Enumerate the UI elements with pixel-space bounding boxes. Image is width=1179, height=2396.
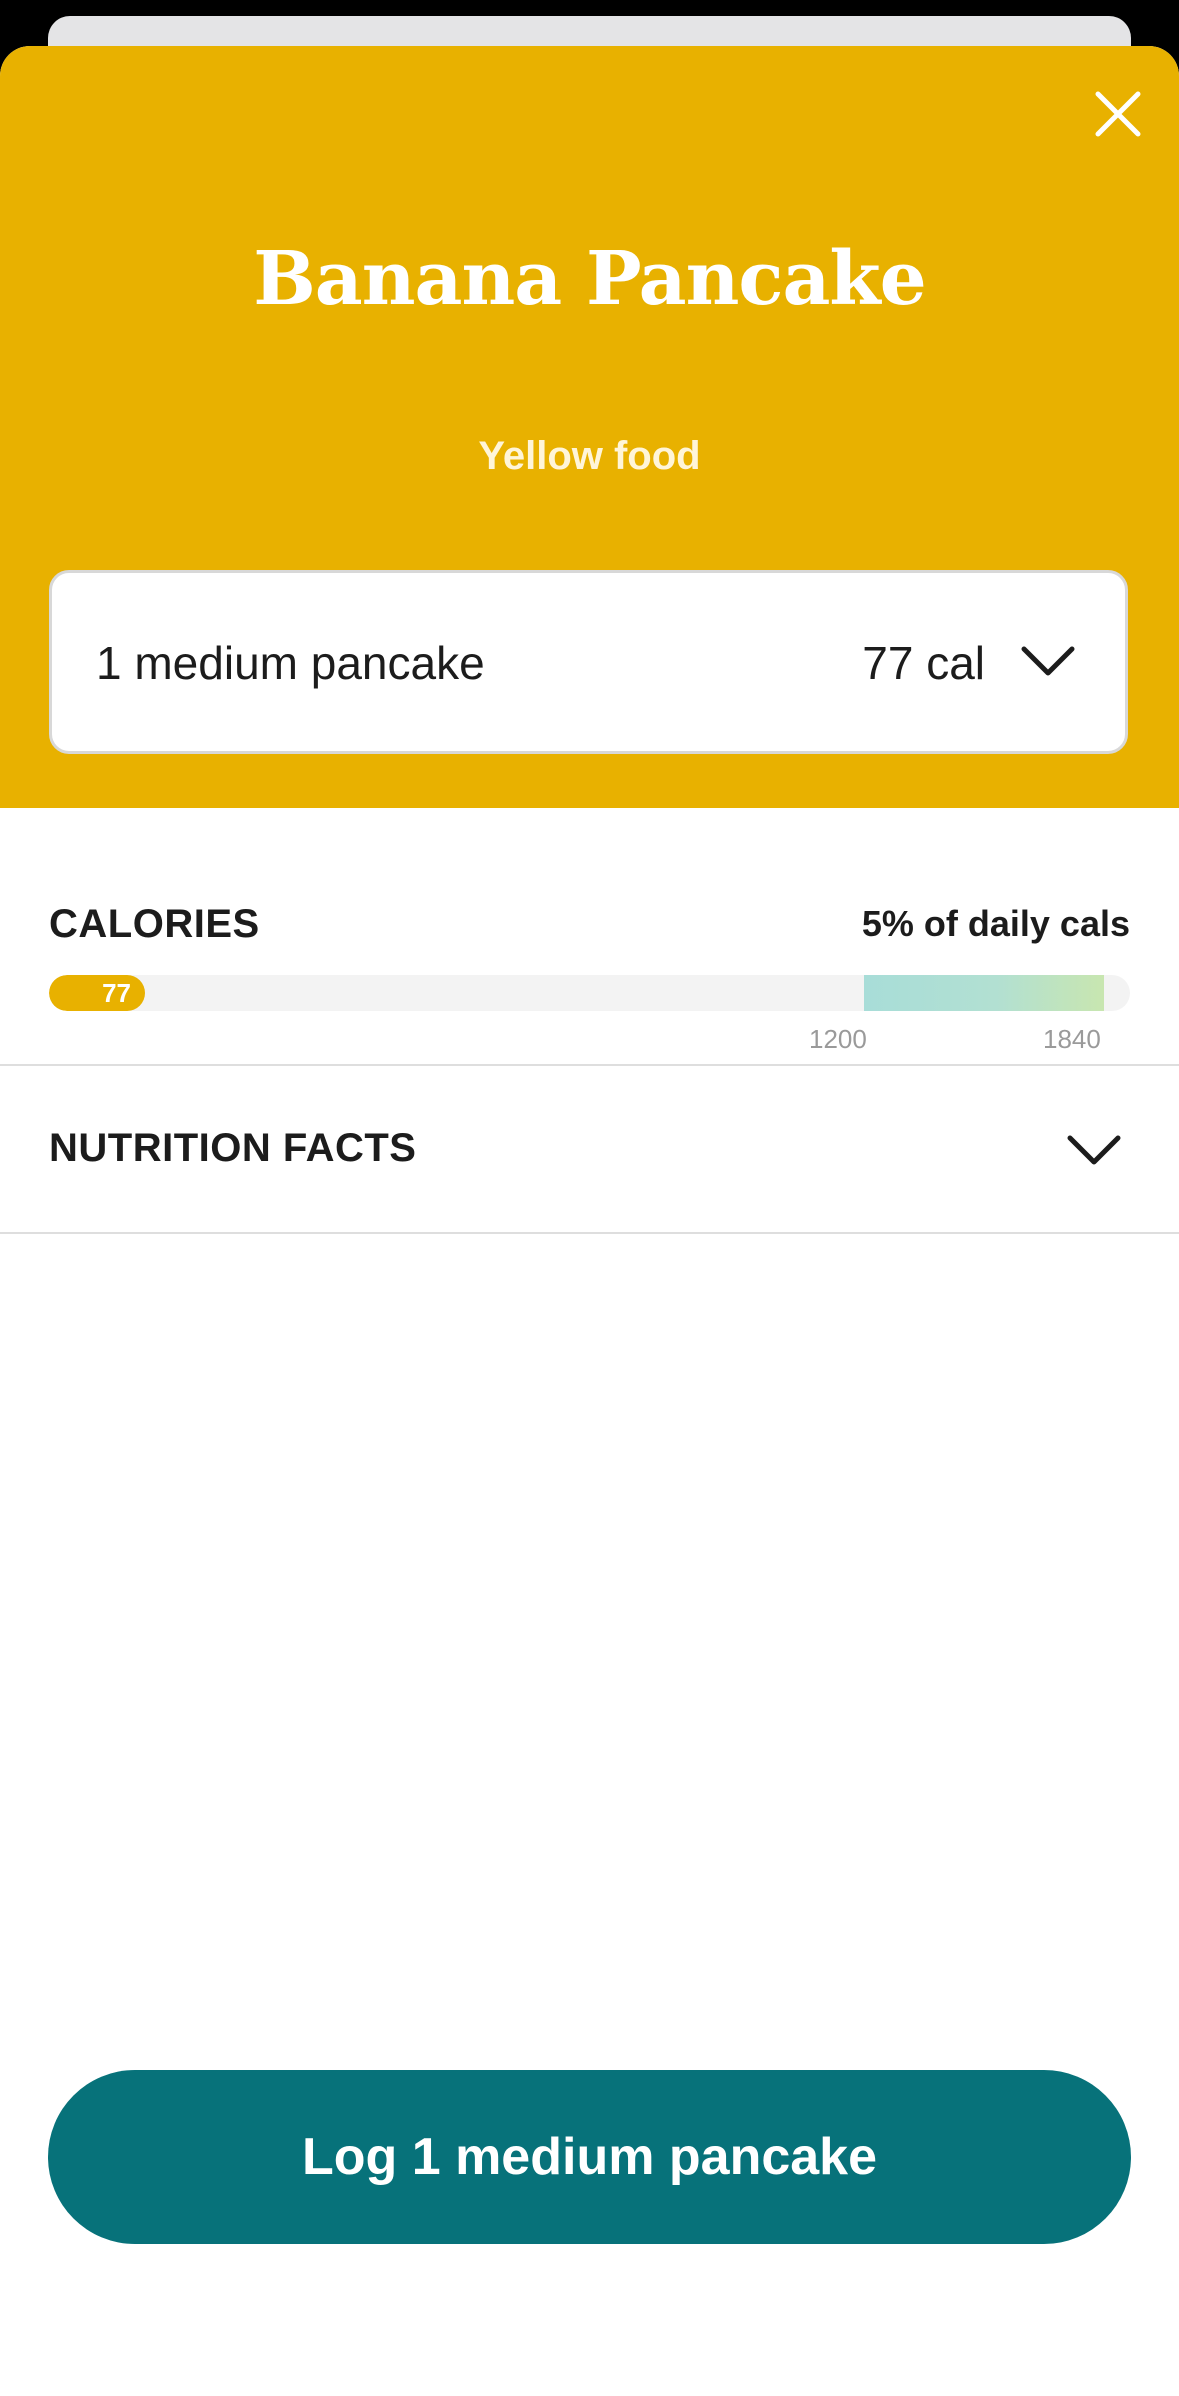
serving-calories: 77 cal	[862, 637, 985, 689]
calorie-target-range	[864, 975, 1104, 1011]
daily-calories-percent: 5% of daily cals	[861, 903, 1130, 944]
chevron-down-icon	[1020, 641, 1076, 681]
food-detail-sheet: Banana Pancake Yellow food 1 medium panc…	[0, 46, 1179, 2396]
calories-section: CALORIES 5% of daily cals 77 1200 1840	[0, 808, 1179, 1066]
calorie-progress-fill: 77	[49, 975, 145, 1011]
serving-size-dropdown[interactable]: 1 medium pancake 77 cal	[49, 570, 1128, 754]
food-category: Yellow food	[478, 434, 701, 478]
nutrition-facts-toggle[interactable]: NUTRITION FACTS	[0, 1064, 1179, 1234]
calories-heading: CALORIES	[49, 902, 260, 946]
close-icon	[1095, 91, 1141, 137]
calorie-progress-value: 77	[102, 978, 131, 1008]
food-header: Banana Pancake Yellow food 1 medium panc…	[0, 46, 1179, 808]
log-food-button[interactable]: Log 1 medium pancake	[48, 2070, 1131, 2244]
close-button[interactable]	[1088, 84, 1148, 144]
serving-size-label: 1 medium pancake	[96, 637, 485, 689]
calorie-range-low: 1200	[809, 1024, 867, 1054]
calorie-range-high: 1840	[1043, 1024, 1101, 1054]
chevron-down-icon	[1066, 1130, 1122, 1170]
nutrition-facts-heading: NUTRITION FACTS	[49, 1126, 417, 1170]
food-title: Banana Pancake	[253, 236, 927, 322]
calorie-progress-bar: 77	[49, 975, 1130, 1011]
